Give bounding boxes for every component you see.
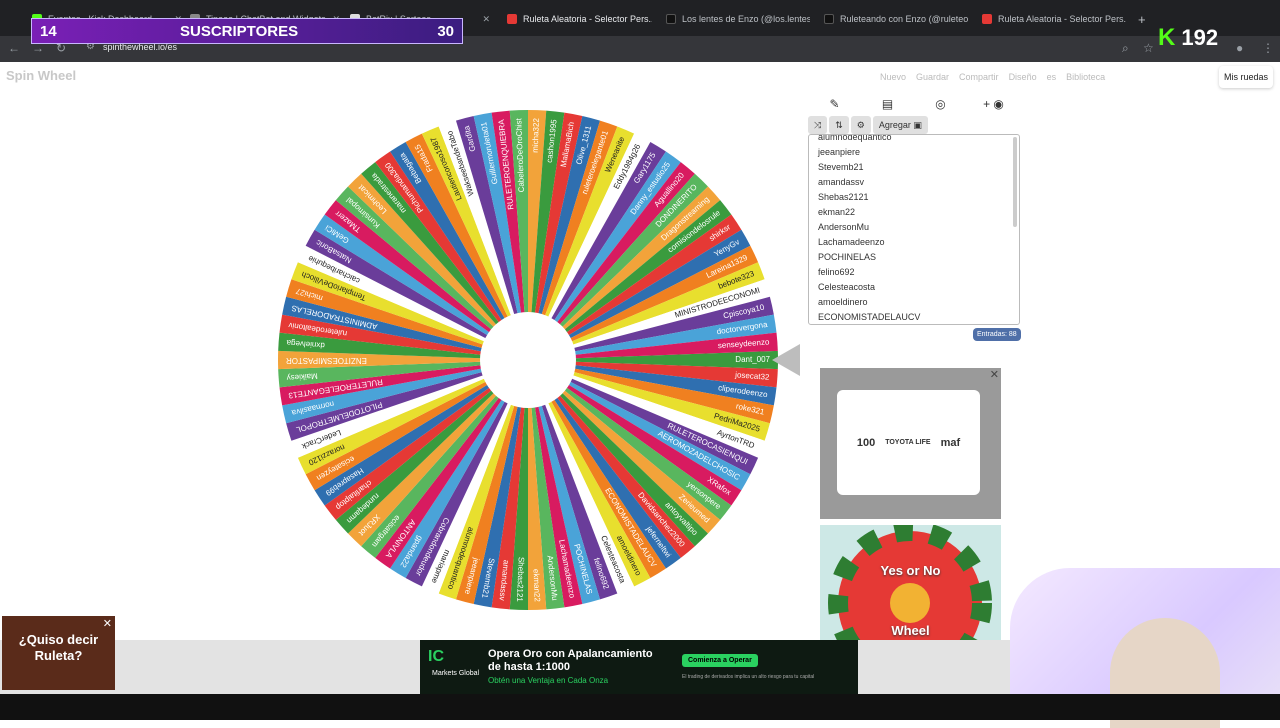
wheel-center[interactable] xyxy=(480,312,576,408)
spin-wheel[interactable]: Dant_007josecat32cliperodeenzoroke321Ped… xyxy=(276,108,780,612)
wheel-segment-label: Dant_007 xyxy=(735,355,770,364)
top-menu: Nuevo Guardar Compartir Diseño es Biblio… xyxy=(880,72,1105,82)
tab-favicon-icon xyxy=(507,14,517,24)
subscribers-label: SUSCRIPTORES xyxy=(180,22,299,40)
entry-item[interactable]: amoeldinero xyxy=(818,295,920,310)
entry-item[interactable]: Shebas2121 xyxy=(818,190,920,205)
bottom-bar xyxy=(0,694,1280,720)
entry-item[interactable]: ekman22 xyxy=(818,205,920,220)
banner-cta-button[interactable]: Comienza a Operar xyxy=(682,654,758,667)
ruleta-overlay: ✕ ¿Quiso decir Ruleta? xyxy=(2,616,115,690)
entry-item[interactable]: POCHINELAS xyxy=(818,250,920,265)
hide-icon[interactable]: ◎ xyxy=(914,92,967,116)
entry-item[interactable]: alumnodequantico xyxy=(818,135,920,145)
entries-toolbar: ⤨ ⇅ ⚙ Agregar ▣ xyxy=(808,116,928,134)
edit-pencil-icon[interactable]: ✎ xyxy=(808,92,861,116)
menu-save[interactable]: Guardar xyxy=(916,72,949,82)
menu-library[interactable]: Biblioteca xyxy=(1066,72,1105,82)
wheel-segment-label: ekman22 xyxy=(532,569,542,603)
banner-headline: Opera Oro con Apalancamiento de hasta 1:… xyxy=(488,648,653,674)
profile-icon[interactable]: ● xyxy=(1236,41,1243,55)
entry-item[interactable]: amandassv xyxy=(818,175,920,190)
add-wheel-icon[interactable]: + ◉ xyxy=(967,92,1020,116)
kick-logo-icon: K xyxy=(1158,24,1176,51)
sort-button[interactable]: ⇅ xyxy=(829,116,849,134)
wheel-segment-label: Shebas2121 xyxy=(515,557,526,603)
banner-headline-2: de hasta 1:1000 xyxy=(488,661,570,673)
ad-text: maf xyxy=(940,436,961,449)
ad-title-top: Yes or No xyxy=(880,563,941,578)
browser-tab-active[interactable]: Ruleta Aleatoria - Selector Pers...✕ xyxy=(507,8,652,30)
entry-item[interactable]: jeeanpiere xyxy=(818,145,920,160)
banner-sub: Obtén una Ventaja en Cada Onza xyxy=(488,676,609,685)
subscribers-overlay: 14 SUSCRIPTORES 30 xyxy=(31,18,463,44)
new-tab-button[interactable]: + xyxy=(1138,8,1152,30)
entry-item[interactable]: Celesteacosta xyxy=(818,280,920,295)
wheel-segment-label: ENZITOESMIPASTOR xyxy=(286,356,367,365)
shuffle-button[interactable]: ⤨ xyxy=(808,116,828,134)
menu-design[interactable]: Diseño xyxy=(1009,72,1037,82)
browser-tab[interactable]: Ruleta Aleatoria - Selector Pers...✕ xyxy=(982,8,1126,30)
ad-card[interactable]: 100 TOYOTA LIFE maf xyxy=(837,390,980,495)
browser-tab[interactable]: Ruleteando con Enzo (@ruleteo...✕ xyxy=(824,8,968,30)
entry-item[interactable]: AndersonMu xyxy=(818,220,920,235)
site-logo[interactable]: Spin Wheel xyxy=(6,68,76,83)
wheel-segment-label: micha322 xyxy=(531,117,541,153)
entries-scrollbar[interactable] xyxy=(1013,137,1017,227)
entries-list: alumnodequantico jeeanpiere Stevemb21 amand… xyxy=(818,135,920,324)
entries-count-badge: Entradas: 88 xyxy=(973,328,1021,341)
entries-tabs: ✎ ▤ ◎ + ◉ xyxy=(808,92,1020,116)
bookmark-star-icon[interactable]: ☆ xyxy=(1143,41,1154,55)
back-icon[interactable]: ← xyxy=(8,41,20,55)
add-image-label: Agregar xyxy=(878,120,911,130)
menu-share[interactable]: Compartir xyxy=(959,72,999,82)
browser-tab[interactable]: Los lentes de Enzo (@los.lentes...✕ xyxy=(666,8,810,30)
image-settings-button[interactable]: ⚙ xyxy=(850,116,871,134)
ad-text: 100 xyxy=(856,436,876,449)
subscribers-goal: 30 xyxy=(437,22,454,40)
clipboard-icon[interactable]: ▤ xyxy=(861,92,914,116)
menu-new[interactable]: Nuevo xyxy=(880,72,906,82)
viewer-count: 192 xyxy=(1181,25,1219,50)
ad-toyota[interactable]: ✕ 100 TOYOTA LIFE maf xyxy=(820,368,1001,519)
close-ad-icon[interactable]: ✕ xyxy=(990,368,999,381)
entry-item[interactable]: Lachamadeenzo xyxy=(818,235,920,250)
tab-favicon-icon xyxy=(982,14,992,24)
ruleta-line1: ¿Quiso decir xyxy=(18,632,99,647)
ic-markets-logo: IC xyxy=(428,648,444,665)
ruleta-line2: Ruleta? xyxy=(34,648,83,663)
entry-item[interactable]: felino692 xyxy=(818,265,920,280)
kick-viewers-overlay: K 192 xyxy=(1158,24,1218,52)
wheel-pointer-icon xyxy=(772,344,800,376)
close-tab-icon[interactable]: ✕ xyxy=(482,14,490,25)
close-overlay-icon[interactable]: ✕ xyxy=(103,616,112,632)
banner-headline-1: Opera Oro con Apalancamiento xyxy=(488,648,653,660)
menu-icon[interactable]: ⋮ xyxy=(1262,41,1274,55)
ad-title-bottom: Wheel xyxy=(891,623,930,638)
entry-item[interactable]: ECONOMISTADELAUCV xyxy=(818,310,920,324)
tab-favicon-icon xyxy=(666,14,676,24)
ad-text: TOYOTA LIFE xyxy=(885,439,931,446)
ic-markets-sub: Markets Global xyxy=(432,670,480,677)
tab-favicon-icon xyxy=(824,14,834,24)
ic-markets-banner[interactable]: IC Markets Global Opera Oro con Apalanca… xyxy=(420,640,858,695)
banner-fineprint: El trading de derivados implica un alto … xyxy=(682,674,815,680)
zoom-icon[interactable]: ⌕ xyxy=(1122,41,1129,56)
entry-item[interactable]: Stevemb21 xyxy=(818,160,920,175)
page: Spin Wheel Nuevo Guardar Compartir Diseñ… xyxy=(0,62,1280,728)
menu-language[interactable]: es xyxy=(1047,72,1057,82)
entries-textarea[interactable]: alumnodequantico jeeanpiere Stevemb21 amand… xyxy=(808,134,1020,325)
subscribers-current: 14 xyxy=(40,22,57,40)
add-image-button[interactable]: Agregar ▣ xyxy=(872,116,928,134)
my-wheels-button[interactable]: Mis ruedas xyxy=(1219,66,1273,88)
